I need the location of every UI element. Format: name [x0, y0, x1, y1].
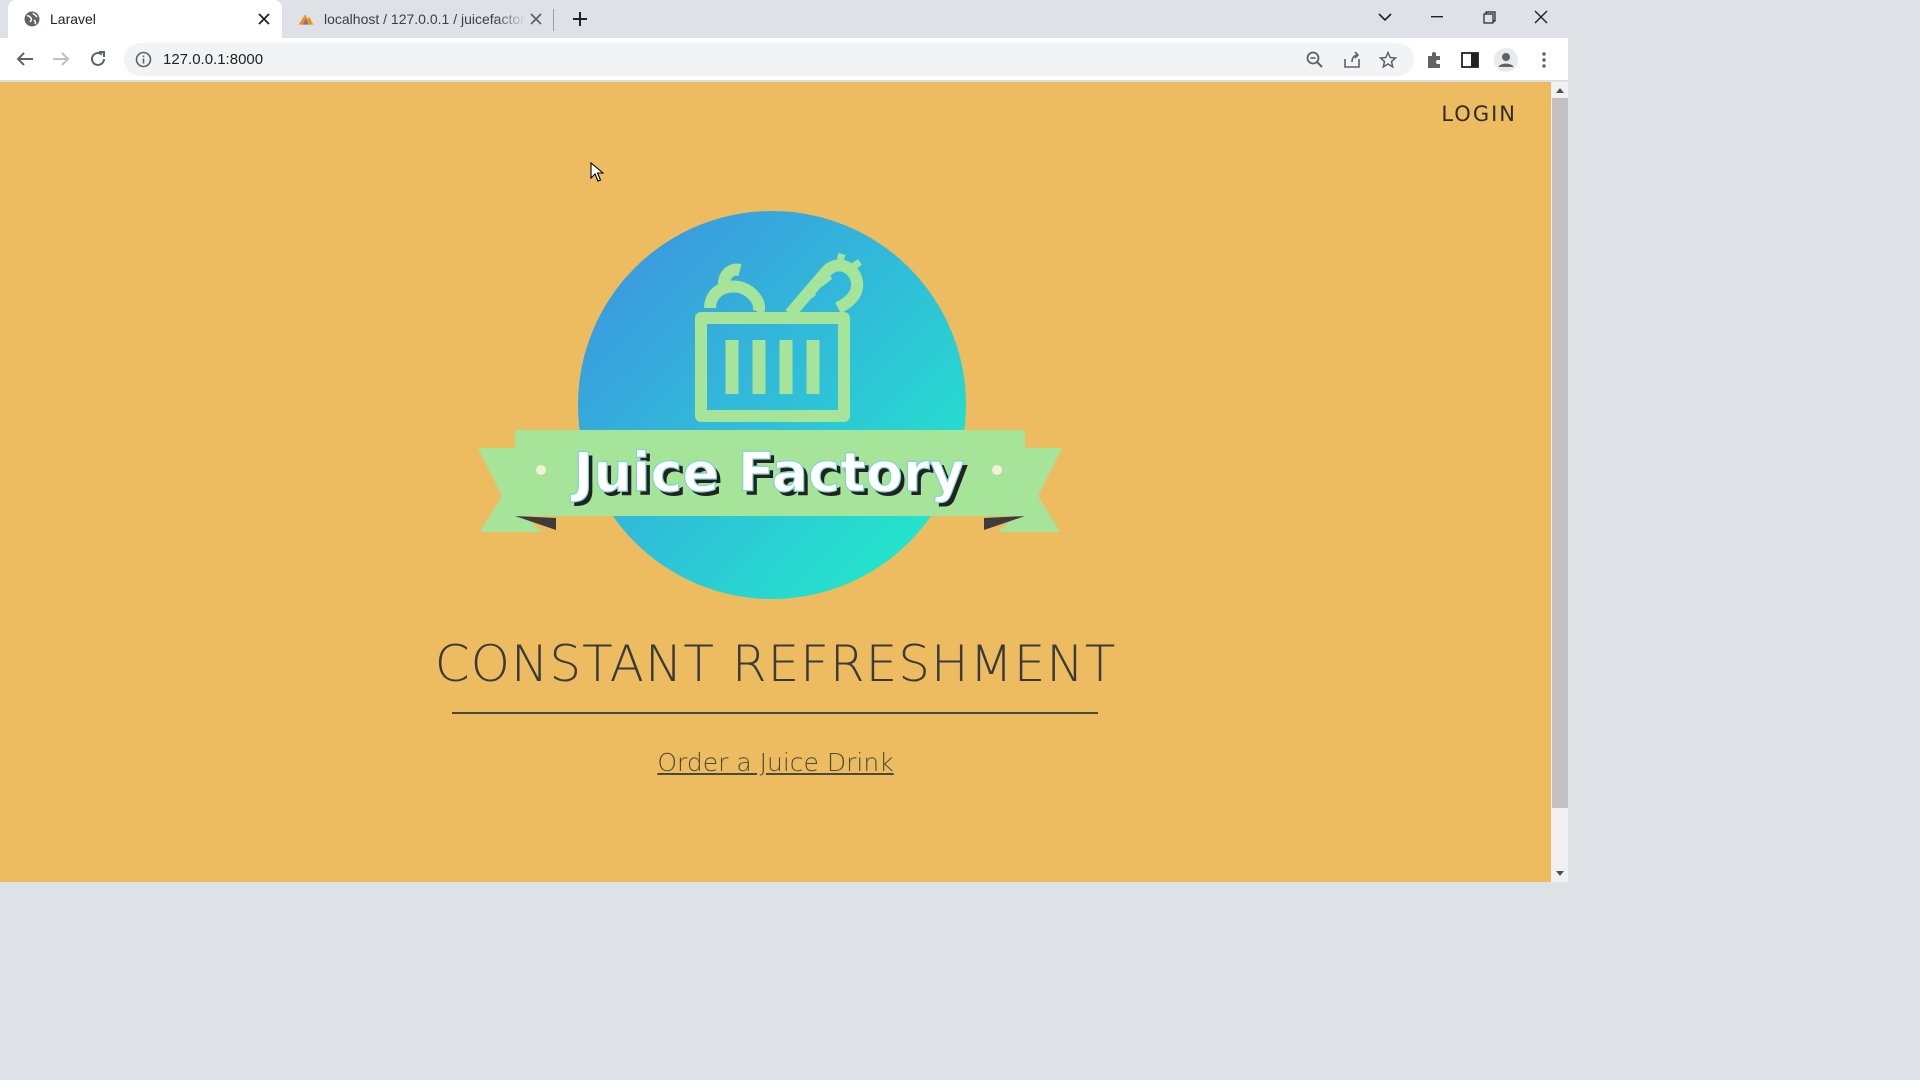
order-juice-link[interactable]: Order a Juice Drink	[657, 748, 893, 777]
restore-icon[interactable]	[1463, 0, 1515, 34]
tab-strip: Laravel localhost / 127.0.0.1 / juicefac…	[0, 0, 1568, 38]
vertical-scrollbar[interactable]	[1551, 82, 1568, 882]
url-text[interactable]: 127.0.0.1:8000	[163, 51, 263, 68]
phpmyadmin-icon	[298, 11, 314, 27]
login-link[interactable]: LOGIN	[1441, 102, 1517, 126]
juice-factory-logo: Juice Factory Juice Factory	[478, 211, 1062, 599]
page-viewport: LOGIN Juice Factory Juice Factory CONSTA…	[0, 82, 1551, 882]
address-bar[interactable]: 127.0.0.1:8000	[124, 43, 1414, 76]
browser-toolbar: 127.0.0.1:8000	[0, 38, 1568, 81]
forward-arrow-icon[interactable]	[46, 44, 76, 74]
site-info-icon[interactable]	[135, 51, 152, 68]
close-window-icon[interactable]	[1515, 0, 1567, 34]
profile-avatar-icon[interactable]	[1494, 48, 1518, 72]
divider	[452, 712, 1098, 714]
side-panel-icon[interactable]	[1458, 48, 1482, 72]
more-vertical-icon[interactable]	[1532, 48, 1556, 72]
logo-brand-text: Juice Factory	[569, 441, 964, 504]
close-tab-icon[interactable]	[526, 9, 546, 29]
tab-laravel[interactable]: Laravel	[8, 0, 282, 38]
minimize-icon[interactable]	[1411, 0, 1463, 34]
zoom-icon[interactable]	[1304, 49, 1326, 71]
tab-phpmyadmin[interactable]: localhost / 127.0.0.1 / juicefactory	[282, 0, 554, 38]
tab-title: localhost / 127.0.0.1 / juicefactory	[324, 11, 526, 27]
close-tab-icon[interactable]	[254, 9, 274, 29]
bookmark-star-icon[interactable]	[1377, 49, 1399, 71]
mouse-cursor-icon	[590, 162, 604, 182]
scroll-down-arrow-icon[interactable]	[1551, 866, 1568, 882]
ribbon-dot-right	[992, 465, 1002, 475]
back-arrow-icon[interactable]	[10, 44, 40, 74]
extensions-puzzle-icon[interactable]	[1422, 48, 1446, 72]
share-icon[interactable]	[1341, 49, 1363, 71]
scrollbar-thumb[interactable]	[1552, 98, 1568, 808]
tagline-heading: CONSTANT REFRESHMENT	[434, 635, 1117, 693]
logo-circle	[578, 211, 966, 599]
globe-icon	[24, 11, 40, 27]
new-tab-plus-icon[interactable]	[568, 7, 592, 31]
reload-icon[interactable]	[83, 44, 113, 74]
ribbon-dot-left	[536, 465, 546, 475]
tab-title: Laravel	[50, 11, 96, 27]
tab-separator	[553, 9, 554, 31]
scroll-up-arrow-icon[interactable]	[1551, 82, 1568, 98]
tab-search-chevron-down-icon[interactable]	[1359, 0, 1411, 34]
